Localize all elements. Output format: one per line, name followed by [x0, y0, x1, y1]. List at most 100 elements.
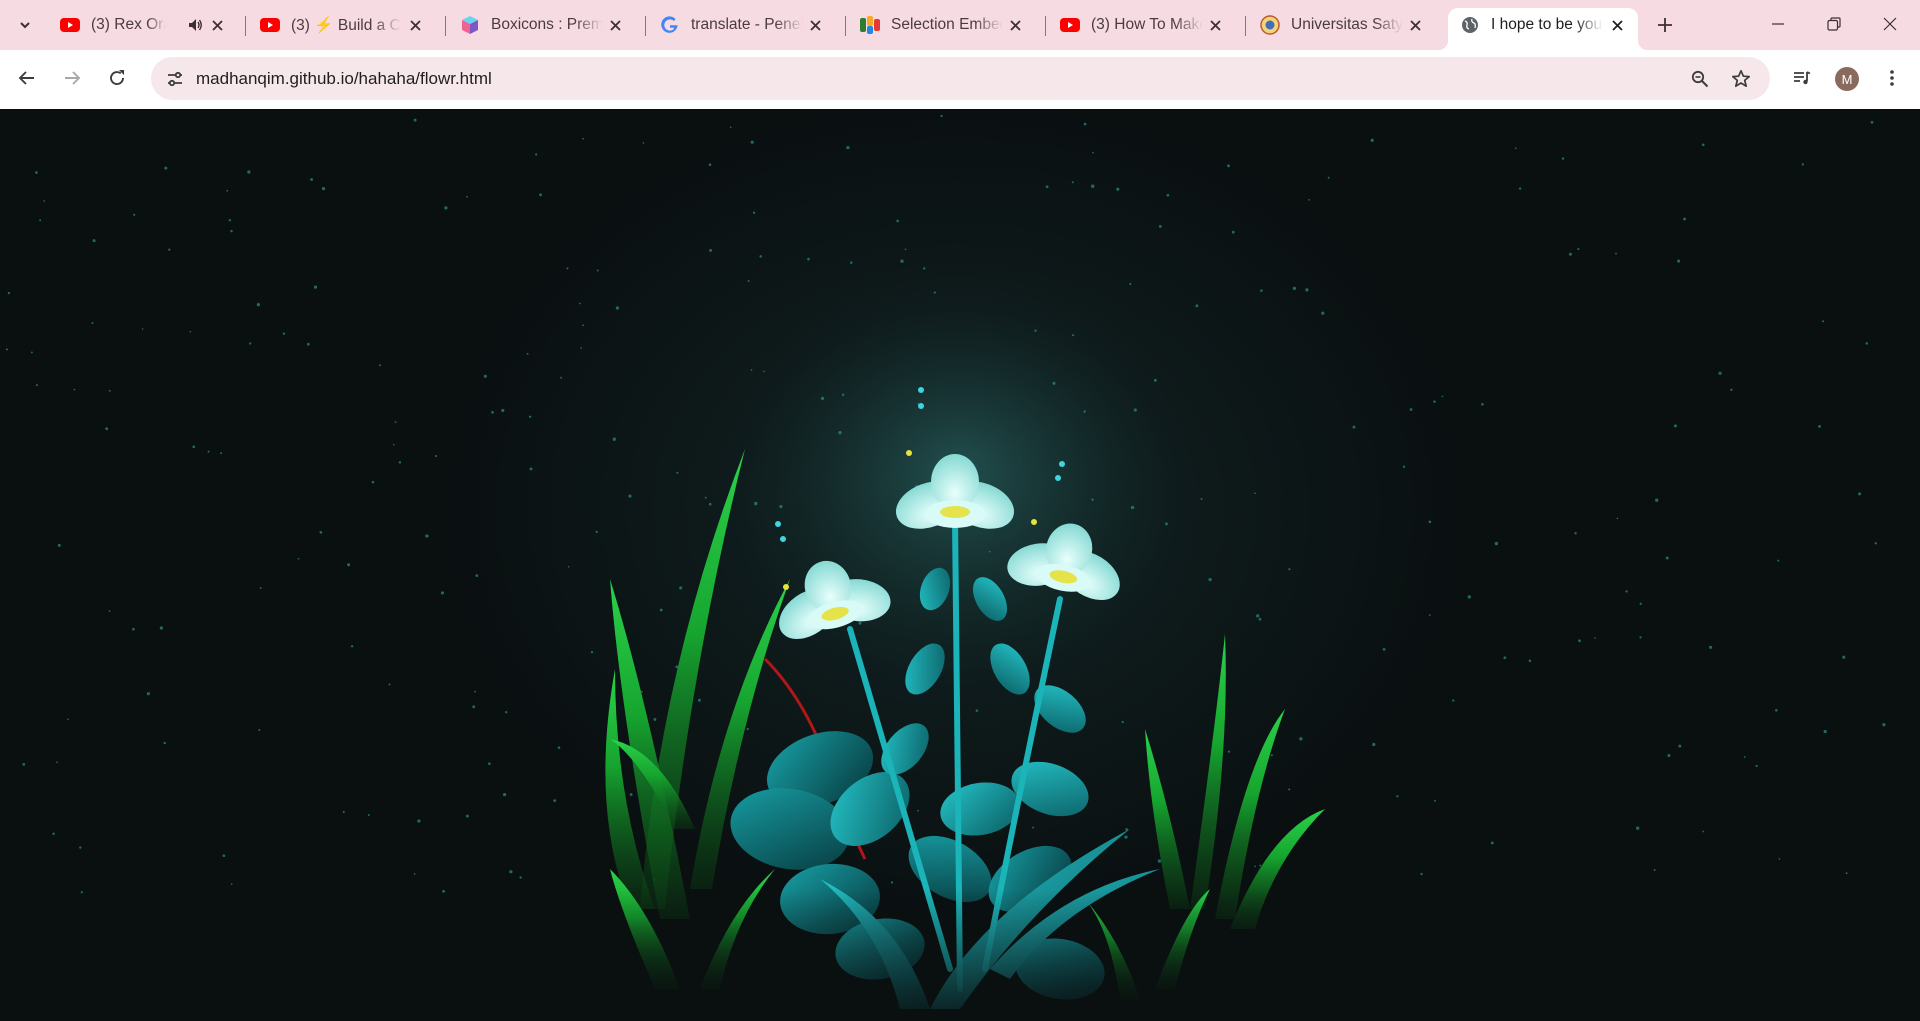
star-dot [30, 351, 33, 354]
star-dot [1518, 187, 1522, 190]
star-dot [1882, 723, 1886, 727]
star-dot [1370, 138, 1374, 142]
tab-build-complete[interactable]: (3) ⚡ Build a Complete [248, 8, 436, 42]
zoom-icon [1691, 70, 1709, 88]
tab-flowr-active[interactable]: I hope to be your [1438, 8, 1648, 50]
star-dot [7, 291, 11, 295]
forward-button[interactable] [54, 60, 90, 96]
star-dot [709, 248, 713, 252]
star-dot [146, 692, 150, 696]
tab-translate[interactable]: translate - Penelusuran Google [648, 8, 836, 42]
zoom-button[interactable] [1686, 65, 1714, 93]
star-dot [1655, 498, 1659, 502]
tab-rex-orange[interactable]: (3) Rex Orange County [48, 8, 238, 42]
star-dot [1683, 217, 1687, 221]
page-viewport [0, 109, 1920, 1021]
star-dot [440, 591, 445, 595]
google-icon [660, 15, 680, 35]
back-arrow-icon [18, 71, 34, 85]
address-url[interactable]: madhanqim.github.io/hahaha/flowr.html [196, 69, 492, 89]
star-dot [1578, 639, 1581, 643]
tab-separator [245, 16, 246, 36]
tab-boxicons[interactable]: Boxicons : Premium Icons [448, 8, 636, 42]
close-icon[interactable] [606, 16, 624, 34]
star-dot [729, 126, 732, 129]
star-dot [1258, 617, 1262, 621]
star-dot [1153, 378, 1157, 382]
star-dot [509, 870, 513, 874]
star-dot [1083, 410, 1086, 413]
tab-how-to-make[interactable]: (3) How To Make [1048, 8, 1236, 42]
profile-avatar[interactable]: M [1835, 67, 1859, 91]
star-dot [505, 711, 508, 714]
star-dot [1270, 754, 1273, 757]
star-dot [105, 427, 109, 431]
browser-menu-button[interactable] [1874, 60, 1910, 96]
star-dot [535, 153, 538, 156]
star-dot [108, 389, 111, 392]
star-dot [1625, 590, 1628, 593]
star-dot [1858, 492, 1862, 496]
restore-button[interactable] [1806, 0, 1862, 48]
reload-icon [110, 70, 124, 85]
star-dot [1129, 282, 1132, 286]
close-icon[interactable] [806, 16, 824, 34]
tab-search-button[interactable] [7, 8, 43, 42]
reload-button[interactable] [99, 60, 135, 96]
star-dot [1200, 498, 1203, 500]
star-dot [1514, 147, 1517, 150]
bottom-fade [0, 889, 1920, 1021]
new-tab-button[interactable] [1650, 10, 1680, 40]
star-dot [1709, 645, 1713, 649]
star-dot [628, 494, 632, 498]
star-dot [1774, 708, 1778, 712]
star-dot [820, 396, 825, 401]
close-icon[interactable] [1608, 16, 1626, 34]
star-dot [141, 328, 144, 330]
star-dot [590, 651, 594, 654]
tab-universitas[interactable]: Universitas Satya Wacana [1248, 8, 1436, 42]
star-dot [896, 219, 900, 223]
plus-icon [1658, 18, 1672, 32]
star-dot [91, 321, 94, 325]
bookmark-button[interactable] [1727, 65, 1755, 93]
media-control-button[interactable] [1784, 60, 1820, 96]
star-dot [1503, 656, 1507, 660]
star-dot [1121, 720, 1124, 724]
tab-title: Boxicons : Premium Icons [491, 16, 603, 33]
star-dot [640, 690, 643, 693]
star-dot [256, 303, 261, 307]
close-icon[interactable] [1006, 16, 1024, 34]
star-dot [1288, 568, 1291, 571]
star-dot [1865, 342, 1869, 345]
star-dot [595, 530, 598, 534]
close-icon[interactable] [208, 16, 226, 34]
speaker-icon[interactable] [186, 16, 204, 34]
window-close-button[interactable] [1862, 0, 1918, 48]
back-button[interactable] [9, 60, 45, 96]
star-dot [1801, 163, 1804, 166]
site-settings-button[interactable] [158, 62, 192, 96]
star-dot [1288, 788, 1291, 791]
star-dot [1639, 602, 1642, 605]
star-dot [746, 727, 749, 731]
star-dot [1730, 388, 1733, 392]
browser-toolbar: madhanqim.github.io/hahaha/flowr.html M [0, 50, 1920, 109]
tab-search-icon [20, 22, 30, 29]
star-dot [313, 285, 318, 289]
address-bar[interactable]: madhanqim.github.io/hahaha/flowr.html [151, 57, 1770, 100]
star-dot [1823, 729, 1827, 734]
close-icon[interactable] [1406, 16, 1424, 34]
star-dot [763, 370, 765, 373]
star-dot [159, 626, 164, 630]
star-dot [923, 267, 926, 270]
star-dot [1433, 400, 1436, 403]
star-dot [566, 267, 569, 270]
close-icon[interactable] [1206, 16, 1224, 34]
tab-selection-embed[interactable]: Selection Embed [848, 8, 1036, 42]
star-dot [413, 873, 416, 875]
close-icon[interactable] [406, 16, 424, 34]
minimize-button[interactable] [1750, 0, 1806, 48]
star-dot [676, 471, 679, 474]
star-dot [1574, 532, 1577, 535]
